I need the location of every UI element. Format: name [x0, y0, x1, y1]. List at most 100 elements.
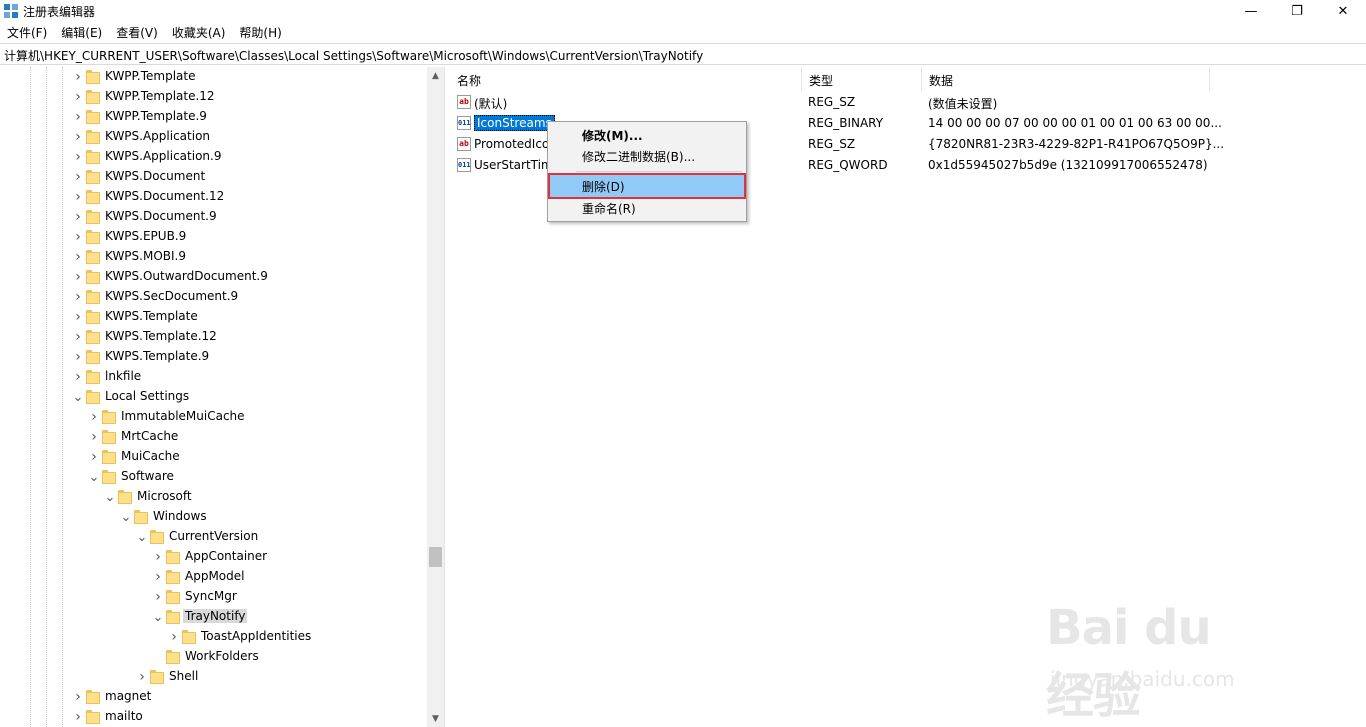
chevron-right-icon[interactable]: ›	[72, 329, 84, 345]
tree-item[interactable]: WorkFolders	[0, 647, 420, 667]
tree-item[interactable]: › ImmutableMuiCache	[0, 407, 420, 427]
tree-item[interactable]: ⌄ Software	[0, 467, 420, 487]
chevron-right-icon[interactable]: ›	[72, 149, 84, 165]
tree-item[interactable]: › KWPP.Template	[0, 67, 420, 87]
tree-item[interactable]: › KWPS.SecDocument.9	[0, 287, 420, 307]
tree-item[interactable]: › KWPS.OutwardDocument.9	[0, 267, 420, 287]
menu-file[interactable]: 文件(F)	[0, 22, 54, 42]
tree-item-label: KWPP.Template	[105, 69, 196, 83]
tree-item[interactable]: › KWPS.Application.9	[0, 147, 420, 167]
chevron-right-icon[interactable]: ›	[72, 89, 84, 105]
chevron-right-icon[interactable]: ›	[72, 369, 84, 385]
chevron-right-icon[interactable]: ›	[72, 289, 84, 305]
tree-item[interactable]: ⌄ Windows	[0, 507, 420, 527]
chevron-right-icon[interactable]: ›	[72, 349, 84, 365]
tree-item[interactable]: ⌄ Local Settings	[0, 387, 420, 407]
address-bar[interactable]: 计算机\HKEY_CURRENT_USER\Software\Classes\L…	[0, 43, 1366, 65]
tree-item[interactable]: › KWPS.Template.9	[0, 347, 420, 367]
chevron-right-icon[interactable]: ›	[152, 589, 164, 605]
tree-item[interactable]: ⌄ TrayNotify	[0, 607, 420, 627]
chevron-right-icon[interactable]: ›	[72, 689, 84, 705]
value-row[interactable]: ab (默认) REG_SZ (数值未设置)	[450, 92, 1366, 113]
column-header-name[interactable]: 名称	[450, 67, 802, 91]
tree-item[interactable]: › lnkfile	[0, 367, 420, 387]
chevron-right-icon[interactable]: ›	[72, 709, 84, 725]
menu-item-modify-binary[interactable]: 修改二进制数据(B)...	[550, 145, 744, 167]
menu-item-modify[interactable]: 修改(M)...	[550, 124, 744, 146]
scroll-up-icon[interactable]: ▲	[427, 67, 444, 84]
tree-item-label: WorkFolders	[185, 649, 259, 663]
chevron-right-icon[interactable]: ›	[72, 69, 84, 85]
scroll-thumb[interactable]	[429, 547, 442, 567]
chevron-down-icon[interactable]: ⌄	[104, 490, 116, 505]
tree-item[interactable]: › SyncMgr	[0, 587, 420, 607]
column-header-type[interactable]: 类型	[802, 67, 922, 91]
chevron-down-icon[interactable]: ⌄	[120, 510, 132, 525]
tree-item[interactable]: › AppContainer	[0, 547, 420, 567]
tree-item[interactable]: › KWPS.MOBI.9	[0, 247, 420, 267]
tree-scrollbar[interactable]: ▲ ▼	[427, 67, 444, 727]
tree-item[interactable]: › KWPS.Application	[0, 127, 420, 147]
tree-item-label: KWPS.OutwardDocument.9	[105, 269, 268, 283]
tree-item[interactable]: › KWPS.EPUB.9	[0, 227, 420, 247]
chevron-right-icon[interactable]: ›	[72, 169, 84, 185]
tree-item[interactable]: › KWPP.Template.12	[0, 87, 420, 107]
menu-item-rename[interactable]: 重命名(R)	[550, 197, 744, 219]
menu-edit[interactable]: 编辑(E)	[54, 22, 109, 42]
chevron-down-icon[interactable]: ⌄	[72, 390, 84, 405]
chevron-right-icon[interactable]: ›	[72, 209, 84, 225]
value-data: 14 00 00 00 07 00 00 00 01 00 01 00 63 0…	[928, 116, 1222, 130]
tree-item[interactable]: ⌄ CurrentVersion	[0, 527, 420, 547]
tree-item-label: MrtCache	[121, 429, 179, 443]
tree-item-label: SyncMgr	[185, 589, 237, 603]
tree-item[interactable]: › KWPS.Template	[0, 307, 420, 327]
chevron-right-icon[interactable]: ›	[72, 249, 84, 265]
folder-icon	[86, 290, 100, 304]
tree-item-label: KWPP.Template.9	[105, 109, 207, 123]
chevron-right-icon[interactable]: ›	[88, 409, 100, 425]
tree-item[interactable]: › KWPS.Document.9	[0, 207, 420, 227]
tree-item[interactable]: › mailto	[0, 707, 420, 727]
menu-item-delete[interactable]: 删除(D)	[548, 173, 746, 199]
tree-item[interactable]: › KWPS.Document.12	[0, 187, 420, 207]
chevron-down-icon[interactable]: ⌄	[88, 470, 100, 485]
tree-item[interactable]: › KWPS.Document	[0, 167, 420, 187]
chevron-right-icon[interactable]: ›	[72, 129, 84, 145]
chevron-right-icon[interactable]: ›	[72, 189, 84, 205]
chevron-right-icon[interactable]: ›	[152, 549, 164, 565]
maximize-button[interactable]: ❐	[1274, 0, 1320, 22]
tree-item[interactable]: › magnet	[0, 687, 420, 707]
tree-item[interactable]: › MuiCache	[0, 447, 420, 467]
chevron-right-icon[interactable]: ›	[152, 569, 164, 585]
folder-icon	[102, 430, 116, 444]
chevron-right-icon[interactable]: ›	[136, 669, 148, 685]
column-header-data[interactable]: 数据	[922, 67, 1210, 91]
chevron-right-icon[interactable]: ›	[88, 449, 100, 465]
tree-item[interactable]: ⌄ Microsoft	[0, 487, 420, 507]
tree-item[interactable]: › ToastAppIdentities	[0, 627, 420, 647]
tree-item[interactable]: › AppModel	[0, 567, 420, 587]
chevron-right-icon[interactable]: ›	[72, 229, 84, 245]
tree-item[interactable]: › MrtCache	[0, 427, 420, 447]
chevron-right-icon[interactable]: ›	[168, 629, 180, 645]
chevron-down-icon[interactable]: ⌄	[136, 530, 148, 545]
folder-icon	[86, 190, 100, 204]
menu-view[interactable]: 查看(V)	[109, 22, 165, 42]
chevron-right-icon[interactable]: ›	[88, 429, 100, 445]
tree-item-label: AppContainer	[185, 549, 268, 563]
minimize-button[interactable]: —	[1228, 0, 1274, 22]
key-tree[interactable]: › KWPP.Template › KWPP.Template.12 › KWPP.Tem…	[0, 67, 445, 727]
close-button[interactable]: ✕	[1320, 0, 1366, 22]
tree-item-label: Microsoft	[137, 489, 192, 503]
chevron-right-icon[interactable]: ›	[72, 109, 84, 125]
chevron-right-icon[interactable]: ›	[72, 269, 84, 285]
menu-favorites[interactable]: 收藏夹(A)	[165, 22, 233, 42]
tree-item[interactable]: › KWPP.Template.9	[0, 107, 420, 127]
chevron-down-icon[interactable]: ⌄	[152, 610, 164, 625]
tree-item[interactable]: › Shell	[0, 667, 420, 687]
tree-item[interactable]: › KWPS.Template.12	[0, 327, 420, 347]
chevron-right-icon[interactable]: ›	[72, 309, 84, 325]
menu-help[interactable]: 帮助(H)	[232, 22, 288, 42]
scroll-down-icon[interactable]: ▼	[427, 710, 444, 727]
folder-icon	[118, 490, 132, 504]
